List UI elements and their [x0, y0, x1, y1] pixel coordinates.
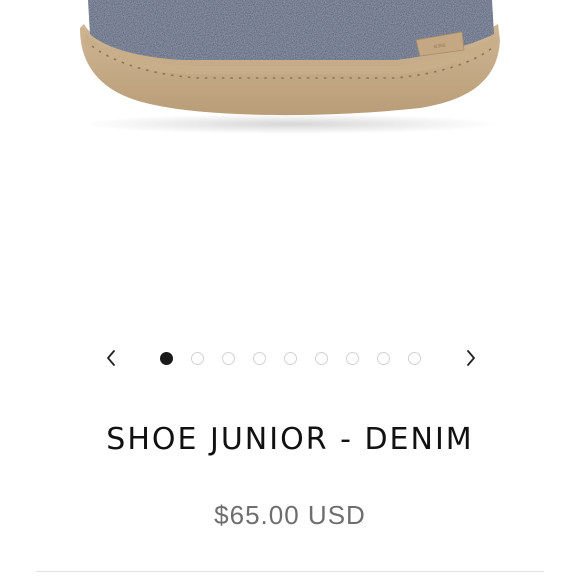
product-price: $65.00 USD [214, 500, 366, 530]
carousel-dot-9[interactable] [408, 352, 421, 365]
product-image[interactable]: ≡≡≡ [0, 0, 580, 150]
next-image-button[interactable] [456, 343, 486, 373]
carousel-dots [0, 340, 580, 376]
carousel-dot-3[interactable] [222, 352, 235, 365]
chevron-right-icon [467, 350, 475, 366]
carousel-dot-4[interactable] [253, 352, 266, 365]
carousel-dot-7[interactable] [346, 352, 359, 365]
carousel-dot-8[interactable] [377, 352, 390, 365]
product-photo: ≡≡≡ [80, 0, 500, 134]
carousel-dot-5[interactable] [284, 352, 297, 365]
product-title: SHOE JUNIOR - DENIM [106, 422, 474, 457]
carousel-dot-1[interactable] [160, 352, 173, 365]
divider [36, 571, 544, 572]
carousel-dot-6[interactable] [315, 352, 328, 365]
image-carousel-controls [0, 340, 580, 376]
carousel-dot-2[interactable] [191, 352, 204, 365]
